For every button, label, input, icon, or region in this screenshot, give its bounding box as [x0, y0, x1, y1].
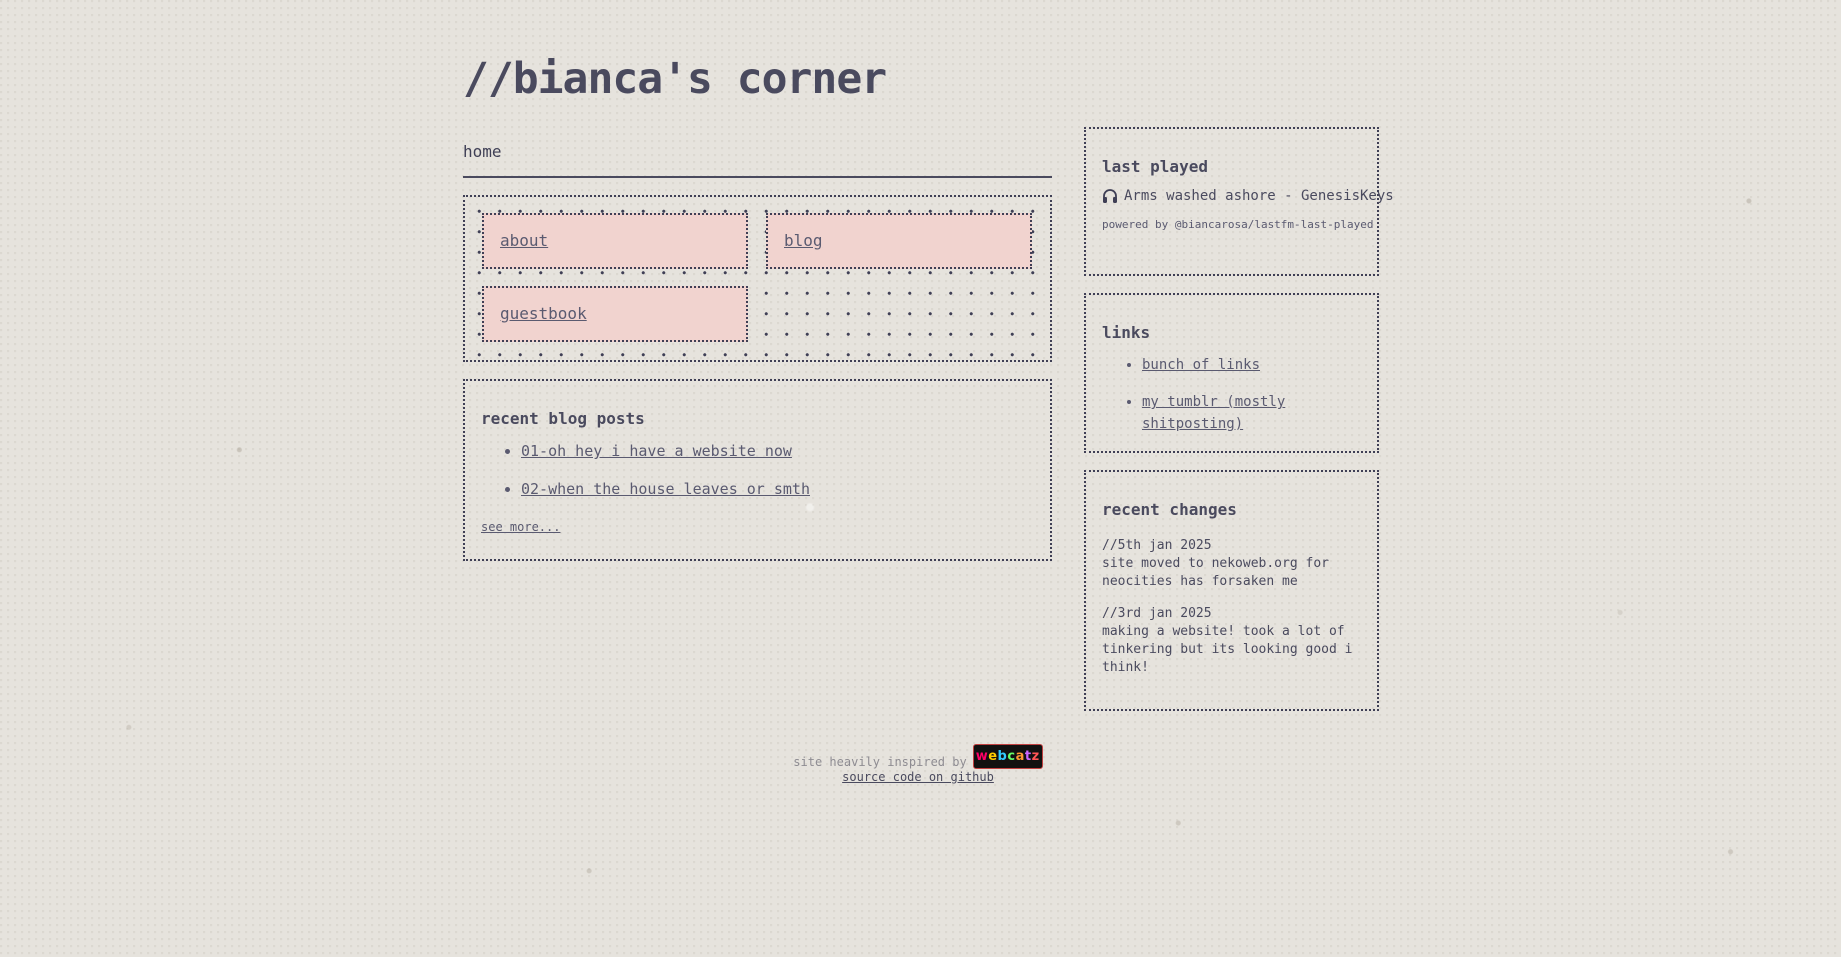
guestbook-button[interactable]: guestbook: [482, 286, 748, 342]
tumblr-link[interactable]: my tumblr (mostly shitposting): [1142, 394, 1285, 432]
blog-post-link[interactable]: 01-oh hey i have a website now: [521, 442, 792, 460]
change-entry: //5th jan 2025 site moved to nekoweb.org…: [1102, 537, 1361, 591]
list-item: my tumblr (mostly shitposting): [1142, 391, 1361, 435]
see-more-link[interactable]: see more...: [481, 520, 560, 534]
change-text: making a website! took a lot of tinkerin…: [1102, 624, 1353, 675]
recent-changes-card: recent changes //5th jan 2025 site moved…: [1084, 470, 1379, 711]
change-text: site moved to nekoweb.org for neocities …: [1102, 556, 1329, 589]
blog-button[interactable]: blog: [766, 213, 1032, 269]
list-item: 02-when the house leaves or smth: [521, 478, 1034, 500]
nav-box: about blog guestbook: [463, 195, 1052, 362]
track-title: Arms washed ashore - GenesisKeys: [1124, 188, 1394, 204]
inspired-text: site heavily inspired by: [793, 755, 967, 769]
headphones-icon: [1102, 189, 1118, 203]
change-date: //5th jan 2025: [1102, 538, 1212, 553]
webcatz-badge[interactable]: webcatz: [972, 744, 1043, 769]
powered-by-text: powered by @biancarosa/lastfm-last-playe…: [1102, 218, 1374, 231]
about-button[interactable]: about: [482, 213, 748, 269]
links-heading: links: [1102, 323, 1151, 342]
links-card: links bunch of links my tumblr (mostly s…: [1084, 293, 1379, 453]
side-column: last played Arms washed ashore - Genesis…: [1084, 127, 1394, 711]
recent-changes-heading: recent changes: [1102, 500, 1237, 519]
blog-post-link[interactable]: 02-when the house leaves or smth: [521, 480, 810, 498]
change-date: //3rd jan 2025: [1102, 606, 1212, 621]
last-played-heading: last played: [1102, 157, 1208, 176]
list-item: 01-oh hey i have a website now: [521, 440, 1034, 462]
list-item: bunch of links: [1142, 354, 1361, 376]
bunch-of-links-link[interactable]: bunch of links: [1142, 357, 1260, 373]
last-played-card: last played Arms washed ashore - Genesis…: [1084, 127, 1394, 276]
breadcrumb-home: home: [463, 138, 1052, 178]
site-title: //bianca's corner: [463, 54, 887, 104]
source-code-link[interactable]: source code on github: [783, 770, 1053, 784]
footer: site heavily inspired by webcatz source …: [783, 744, 1053, 784]
recent-blog-posts-card: recent blog posts 01-oh hey i have a web…: [463, 379, 1052, 561]
change-entry: //3rd jan 2025 making a website! took a …: [1102, 605, 1361, 677]
links-list: bunch of links my tumblr (mostly shitpos…: [1102, 354, 1361, 435]
inspired-line: site heavily inspired by webcatz: [783, 744, 1053, 769]
now-playing-track: Arms washed ashore - GenesisKeys: [1102, 188, 1394, 204]
main-column: home about blog guestbook recent blog po…: [463, 138, 1052, 561]
recent-blog-posts-heading: recent blog posts: [481, 409, 645, 428]
blog-post-list: 01-oh hey i have a website now 02-when t…: [481, 440, 1034, 500]
